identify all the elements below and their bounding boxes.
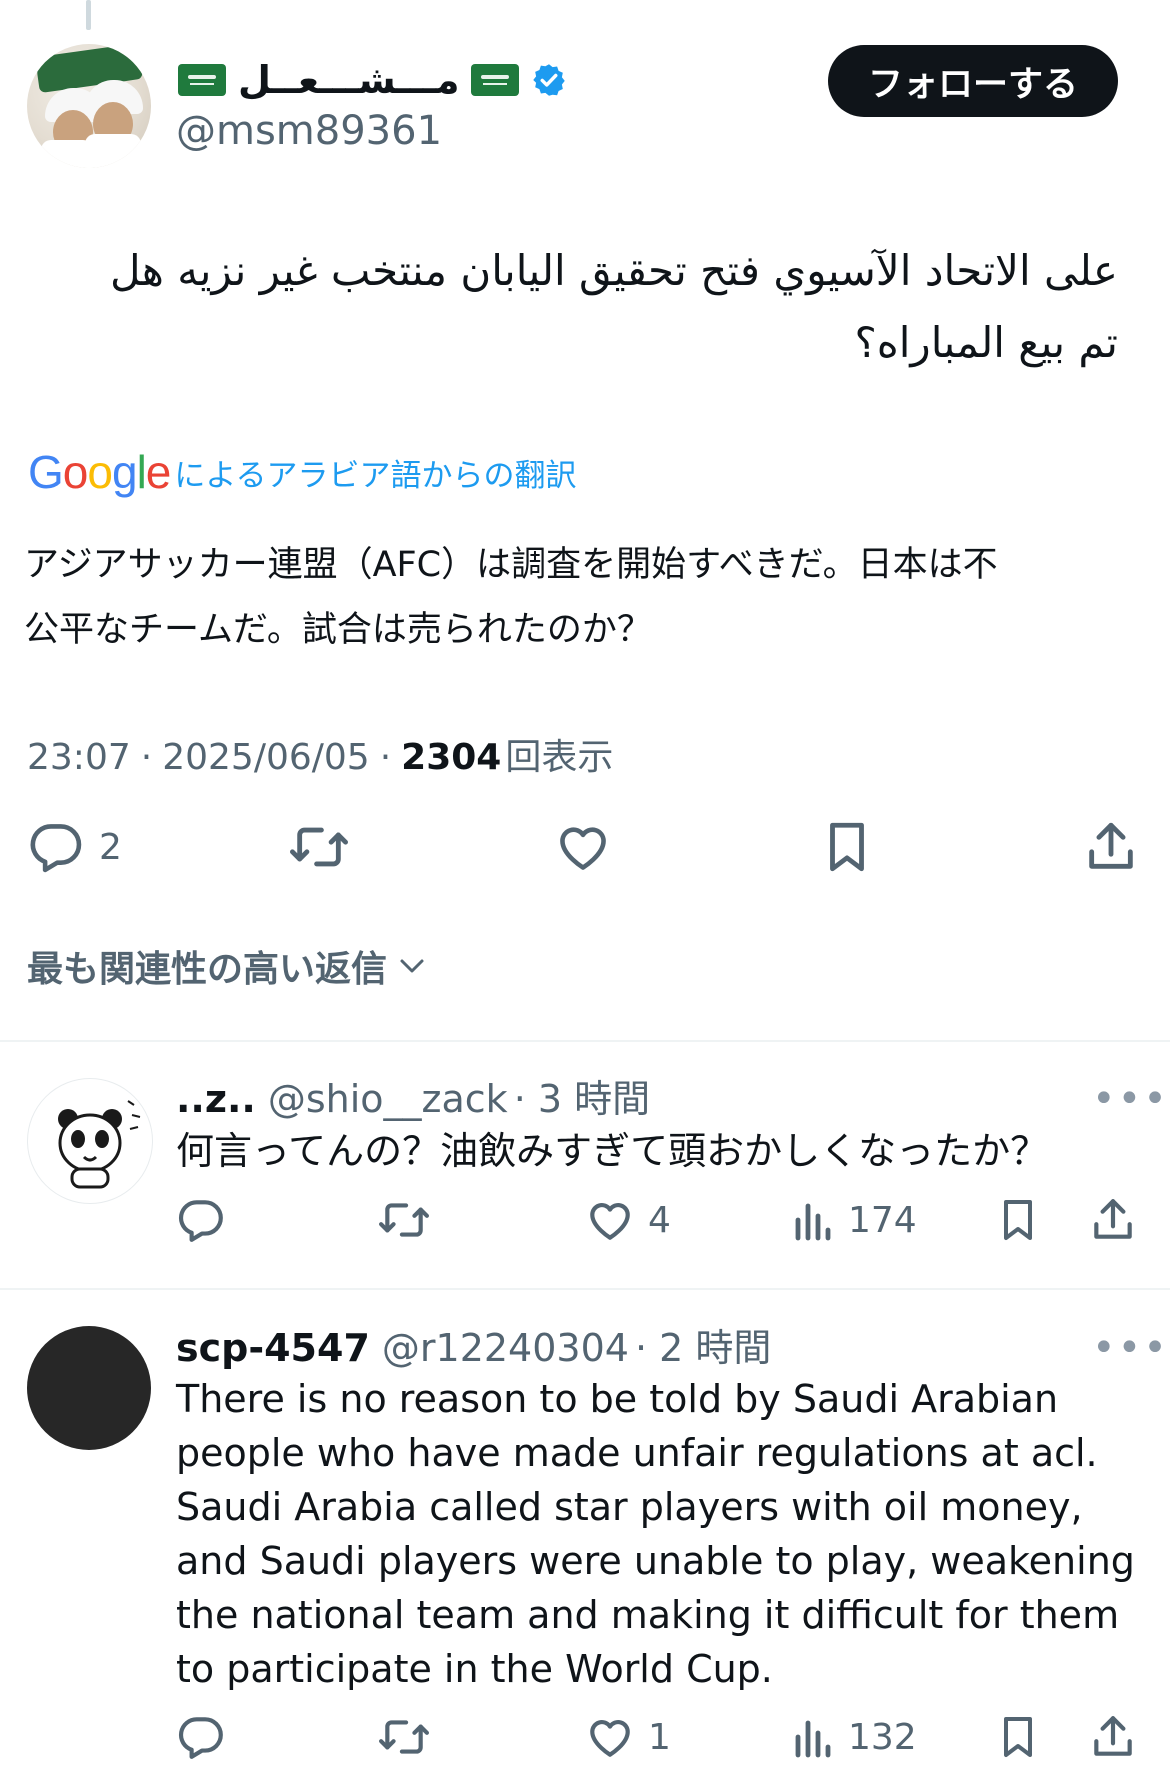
like-count: 4	[648, 1199, 671, 1241]
meta-separator: ·	[140, 737, 153, 778]
bookmark-icon	[994, 1710, 1042, 1764]
reply-views-button[interactable]: 132	[792, 1712, 917, 1762]
reply-author-handle[interactable]: @shio__zack	[268, 1077, 508, 1121]
divider	[0, 1288, 1170, 1290]
views-icon	[792, 1712, 836, 1762]
author-display-name-row[interactable]: مـــشـــعــل	[178, 50, 567, 110]
reply-text-line: the national team and making it difficul…	[176, 1593, 1120, 1637]
reply-retweet-button[interactable]	[376, 1195, 432, 1245]
share-icon	[1088, 1710, 1138, 1764]
retweet-button[interactable]	[286, 818, 352, 876]
author-avatar[interactable]	[27, 44, 151, 168]
like-count: 1	[648, 1716, 671, 1758]
tweet-text-translated-line: アジアサッカー連盟（AFC）は調査を開始すべきだ。日本は不	[24, 545, 998, 585]
reply-reply-button[interactable]	[176, 1195, 226, 1245]
reply-header: scp-4547 @r12240304 · 2 時間	[176, 1317, 771, 1372]
reply-avatar[interactable]	[27, 1326, 151, 1450]
bookmark-button[interactable]	[818, 816, 876, 878]
reply-icon	[27, 818, 85, 876]
reply-count: 2	[99, 826, 122, 868]
retweet-icon	[376, 1712, 432, 1762]
author-display-name: مـــشـــعــل	[238, 58, 460, 102]
more-icon[interactable]: •••	[1092, 1076, 1169, 1122]
google-logo: Google	[28, 446, 171, 498]
reply-like-button[interactable]: 4	[584, 1195, 671, 1245]
share-button[interactable]	[1082, 816, 1140, 878]
tweet-text-translated: アジアサッカー連盟（AFC）は調査を開始すべきだ。日本は不 公平なチームだ。試合…	[24, 533, 1154, 663]
reply-avatar[interactable]	[27, 1078, 153, 1204]
avatar-figure-robe-right	[85, 134, 141, 168]
translation-attribution[interactable]: Google によるアラビア語からの翻訳	[28, 446, 576, 498]
reply-author-handle[interactable]: @r12240304	[382, 1326, 629, 1370]
views-count: 174	[848, 1199, 917, 1241]
reply-text: There is no reason to be told by Saudi A…	[176, 1372, 1161, 1696]
reply-share-button[interactable]	[1088, 1193, 1138, 1247]
tweet-text-original-line: تم بيع المباراه؟	[854, 318, 1118, 367]
reply-time[interactable]: · 2 時間	[635, 1317, 771, 1372]
reply-share-button[interactable]	[1088, 1710, 1138, 1764]
verified-badge-icon	[531, 62, 567, 98]
more-icon[interactable]: •••	[1092, 1325, 1169, 1371]
reply-text-line: people who have made unfair regulations …	[176, 1431, 1098, 1475]
views-label: 回表示	[505, 737, 614, 778]
tweet-date[interactable]: 2025/06/05	[162, 737, 370, 778]
panda-illustration	[58, 1100, 141, 1189]
translation-label[interactable]: によるアラビア語からの翻訳	[174, 450, 576, 495]
reply-like-button[interactable]: 1	[584, 1712, 671, 1762]
like-icon	[553, 818, 613, 876]
divider	[0, 1040, 1170, 1042]
reply-time[interactable]: · 3 時間	[514, 1068, 650, 1123]
reply-text-line: Saudi Arabia called star players with oi…	[176, 1485, 1083, 1529]
retweet-icon	[376, 1195, 432, 1245]
like-icon	[584, 1195, 636, 1245]
bookmark-icon	[994, 1193, 1042, 1247]
tweet-meta: 23:07 · 2025/06/05 · 2304 回表示	[27, 728, 613, 780]
reply-author-name[interactable]: ..z..	[176, 1077, 256, 1121]
views-count: 2304	[401, 737, 502, 778]
reply-text-line: There is no reason to be told by Saudi A…	[176, 1377, 1059, 1421]
retweet-icon	[286, 818, 352, 876]
share-icon	[1082, 816, 1140, 878]
like-icon	[584, 1712, 636, 1762]
reply-icon	[176, 1712, 226, 1762]
tweet-time[interactable]: 23:07	[27, 737, 131, 778]
reply-icon	[176, 1195, 226, 1245]
reply-button[interactable]: 2	[27, 818, 122, 876]
tweet-text-original: على الاتحاد الآسيوي فتح تحقيق اليابان من…	[30, 235, 1118, 379]
saudi-flag-icon	[471, 64, 520, 96]
reply-author-name[interactable]: scp-4547	[176, 1326, 370, 1370]
views-count: 132	[848, 1716, 917, 1758]
reply-text: 何言ってんの？油飲みすぎて頭おかしくなったか？	[176, 1129, 1049, 1173]
reply-bookmark-button[interactable]	[994, 1193, 1042, 1247]
author-handle[interactable]: @msm89361	[176, 108, 442, 154]
reply-reply-button[interactable]	[176, 1712, 226, 1762]
reply-retweet-button[interactable]	[376, 1712, 432, 1762]
reply-text-line: and Saudi players were unable to play, w…	[176, 1539, 1135, 1583]
thread-connector-line	[86, 0, 91, 30]
reply-bookmark-button[interactable]	[994, 1710, 1042, 1764]
bookmark-icon	[818, 816, 876, 878]
saudi-flag-icon	[178, 64, 226, 96]
reply-sort-dropdown[interactable]: 最も関連性の高い返信	[27, 940, 429, 992]
meta-separator: ·	[379, 737, 392, 778]
views-icon	[792, 1195, 836, 1245]
reply-views-button[interactable]: 174	[792, 1195, 917, 1245]
tweet-text-original-line: على الاتحاد الآسيوي فتح تحقيق اليابان من…	[109, 246, 1118, 295]
like-button[interactable]	[553, 818, 613, 876]
chevron-down-icon	[395, 951, 429, 981]
reply-text-line: to participate in the World Cup.	[176, 1647, 773, 1691]
reply-header: ..z.. @shio__zack · 3 時間	[176, 1068, 650, 1123]
reply-sort-label: 最も関連性の高い返信	[27, 949, 388, 990]
tweet-text-translated-line: 公平なチームだ。試合は売られたのか？	[24, 610, 652, 650]
share-icon	[1088, 1193, 1138, 1247]
follow-button[interactable]: フォローする	[828, 45, 1118, 117]
